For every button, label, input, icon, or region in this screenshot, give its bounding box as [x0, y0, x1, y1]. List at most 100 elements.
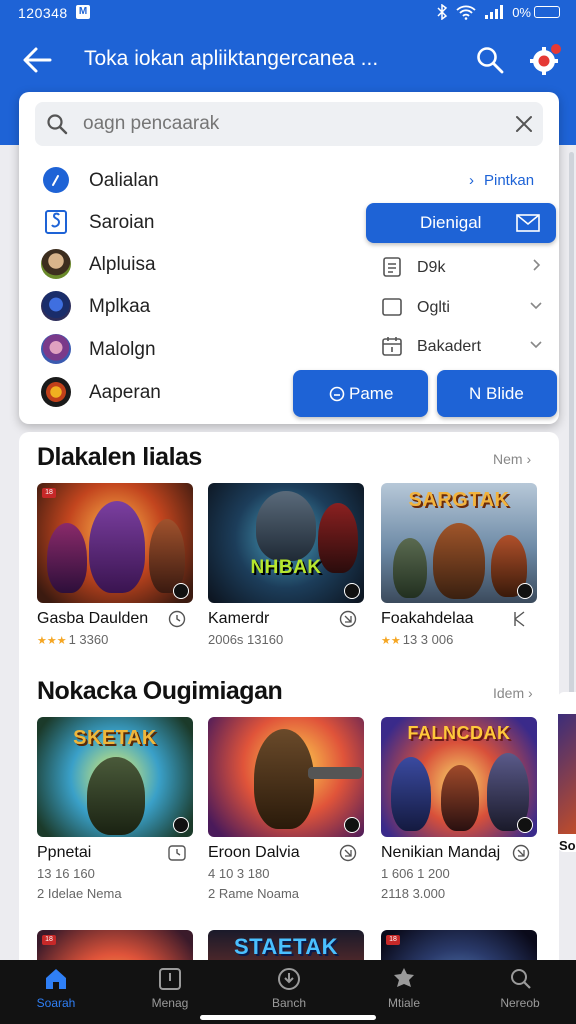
library-icon	[159, 968, 181, 990]
side-option[interactable]: Oglti	[381, 294, 549, 324]
clock-icon[interactable]	[167, 844, 187, 862]
option-label: Aaperan	[89, 382, 161, 403]
search-icon[interactable]	[474, 44, 506, 76]
see-more-link[interactable]: Nem ›	[493, 451, 531, 467]
game-rating-count: 1 3360	[68, 632, 109, 647]
chevron-down-icon	[530, 341, 542, 349]
search-icon	[47, 114, 68, 135]
guide-action-label: N Blide	[469, 384, 524, 403]
side-option[interactable]: Bakadert	[381, 333, 549, 363]
nav-item-profile[interactable]: Nereob	[480, 966, 560, 1018]
game-card[interactable]: Eroon Dalvia 4 10 3 180 2 Rame Noama	[208, 717, 364, 901]
guide-action-button[interactable]: N Blide	[437, 370, 557, 417]
character-art	[391, 757, 431, 831]
character-art	[393, 538, 427, 598]
status-bar: 120348 M 0%	[0, 0, 576, 28]
rotate-icon[interactable]	[338, 844, 358, 862]
game-title: Nenikian Mandaj	[381, 844, 501, 861]
back-arrow-icon[interactable]	[20, 44, 54, 76]
chevron-down-icon	[530, 302, 542, 310]
dropdown-option[interactable]: Oalialan	[41, 163, 341, 197]
rating-stars: ★★	[381, 635, 401, 647]
dropdown-option[interactable]: Saroian	[41, 205, 341, 239]
nav-item-games[interactable]: Mtiale	[364, 966, 444, 1018]
game-meta: 13 16 160	[37, 866, 95, 881]
game-art-title: STAETAK	[233, 934, 339, 959]
settings-gear-icon[interactable]	[526, 42, 562, 78]
peek-card-label: So	[559, 838, 576, 852]
bluetooth-icon	[437, 4, 448, 20]
game-meta-secondary: 2 Idelae Nema	[37, 886, 122, 901]
character-art	[308, 767, 362, 779]
side-option-label: Bakadert	[417, 338, 482, 355]
dropdown-option[interactable]: Mplkaa	[41, 289, 341, 323]
nav-item-home[interactable]: Soarah	[16, 966, 96, 1018]
nav-label: Soarah	[36, 996, 76, 1010]
rotate-icon[interactable]	[511, 844, 531, 862]
app-icon	[45, 210, 67, 234]
search-bar[interactable]	[35, 102, 543, 146]
calendar-icon	[382, 337, 402, 356]
avatar	[41, 291, 71, 321]
chevron-right-icon: ›	[469, 172, 474, 189]
home-indicator[interactable]	[200, 1015, 376, 1020]
nav-item-download[interactable]: Banch	[249, 966, 329, 1018]
nav-label: Banch	[271, 996, 307, 1010]
document-icon	[383, 257, 401, 277]
game-title: Kamerdr	[208, 610, 270, 627]
peek-card[interactable]: So	[558, 692, 576, 852]
search-input[interactable]	[81, 110, 481, 138]
corner-badge-icon	[173, 583, 189, 599]
game-thumbnail: 18	[37, 483, 193, 603]
nav-item-library[interactable]: Menag	[130, 966, 210, 1018]
rating-stars: ★★★	[37, 635, 67, 647]
avatar	[41, 334, 71, 364]
signal-icon	[485, 5, 504, 19]
close-icon[interactable]	[513, 113, 535, 135]
game-title: Foakahdelaa	[381, 610, 474, 627]
search-dropdown-panel: Oalialan Saroian Alpluisa Mplkaa Malolgn…	[19, 92, 559, 424]
game-action-button[interactable]: Pame	[293, 370, 428, 417]
rating-tag-icon: 18	[386, 935, 400, 945]
primary-button-label: Dienigal	[420, 213, 482, 232]
corner-badge-icon	[517, 583, 533, 599]
game-card[interactable]: NHBAK Kamerdr 2006s 13160	[208, 483, 364, 647]
corner-badge-icon	[517, 817, 533, 833]
character-art	[47, 523, 87, 593]
section-title: Dlakalen lialas	[37, 443, 202, 471]
character-art	[433, 523, 485, 599]
game-card[interactable]: SKETAK Ppnetai 13 16 160 2 Idelae Nema	[37, 717, 193, 901]
game-meta: 4 10 3 180	[208, 866, 270, 881]
corner-badge-icon	[344, 817, 360, 833]
battery-percent: 0%	[512, 4, 531, 20]
character-art	[149, 519, 185, 593]
dropdown-option[interactable]: Alpluisa	[41, 247, 341, 281]
game-art-title: SARGTAK	[408, 489, 510, 511]
section-title: Nokacka Ougimiagan	[37, 677, 283, 705]
primary-button[interactable]: Dienigal	[366, 203, 556, 243]
game-thumbnail: SKETAK	[37, 717, 193, 837]
clock-icon[interactable]	[167, 610, 187, 628]
see-more-label: Nem	[493, 451, 523, 467]
rotate-icon[interactable]	[511, 610, 531, 628]
rotate-icon[interactable]	[338, 610, 358, 628]
game-thumbnail: SARGTAK	[381, 483, 537, 603]
check-circle-icon	[43, 167, 69, 193]
status-time: 120348	[18, 5, 68, 21]
game-card[interactable]: FALNCDAK Nenikian Mandaj 1 606 1 200 211…	[381, 717, 537, 901]
battery-indicator: 0%	[512, 5, 560, 20]
dropdown-option[interactable]: Malolgn	[41, 332, 341, 366]
game-card[interactable]: SARGTAK Foakahdelaa ★★ 13 3 006	[381, 483, 537, 647]
side-option[interactable]: D9k	[381, 254, 549, 284]
rating-tag-icon: 18	[42, 935, 56, 945]
game-card[interactable]: 18 Gasba Daulden ★★★ 1 3360	[37, 483, 193, 647]
option-label: Alpluisa	[89, 254, 156, 275]
option-label: Oalialan	[89, 170, 159, 191]
pin-link[interactable]: › Pintkan	[469, 172, 534, 189]
option-label: Saroian	[89, 212, 155, 233]
game-thumbnail: FALNCDAK	[381, 717, 537, 837]
see-more-link[interactable]: Idem ›	[493, 685, 533, 701]
character-art	[441, 765, 479, 831]
game-art-title: SKETAK	[73, 727, 157, 749]
game-title: Gasba Daulden	[37, 610, 149, 627]
